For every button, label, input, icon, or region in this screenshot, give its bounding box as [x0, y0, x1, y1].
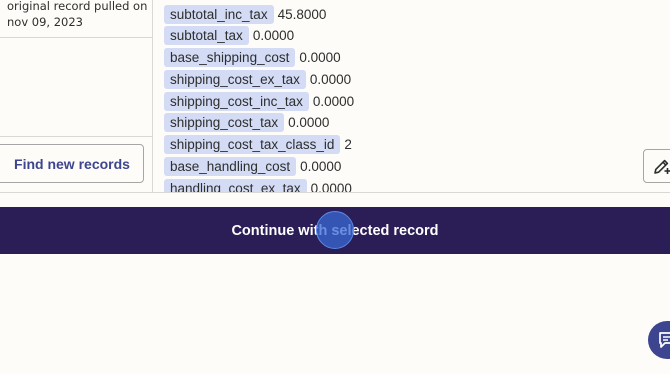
field-value: 2: [344, 137, 352, 152]
continue-with-selected-record-button[interactable]: Continue with selected record: [0, 207, 670, 254]
continue-button-label: Continue with selected record: [231, 222, 439, 239]
chat-feedback-icon: [659, 332, 670, 348]
record-note-line-2: nov 09, 2023: [7, 15, 83, 29]
field-key: base_handling_cost: [164, 157, 297, 176]
record-preview-panel: original record pulled on nov 09, 2023 F…: [0, 0, 670, 193]
record-fields-list[interactable]: subtotal_inc_tax 45.8000 subtotal_tax 0.…: [164, 0, 634, 192]
field-value: 0.0000: [312, 94, 355, 109]
edit-record-button[interactable]: [643, 149, 670, 183]
record-note-line-1: original record pulled on: [7, 0, 148, 13]
field-row: base_handling_cost 0.0000: [164, 157, 341, 176]
field-value: 0.0000: [288, 115, 330, 130]
field-row: base_shipping_cost 0.0000: [164, 48, 341, 67]
record-sidebar: original record pulled on nov 09, 2023 F…: [0, 0, 153, 192]
field-row: shipping_cost_ex_tax 0.0000: [164, 70, 351, 89]
field-row: shipping_cost_tax 0.0000: [164, 113, 329, 132]
field-value: 0.0000: [309, 72, 352, 87]
field-row: shipping_cost_inc_tax 0.0000: [164, 92, 354, 111]
field-row: handling_cost_ex_tax 0.0000: [164, 179, 352, 192]
field-key: subtotal_tax: [164, 26, 249, 45]
field-value: 0.0000: [310, 181, 352, 192]
field-value: 0.0000: [299, 50, 341, 65]
feedback-button[interactable]: [648, 321, 670, 359]
field-key: handling_cost_ex_tax: [164, 179, 307, 192]
field-row: shipping_cost_tax_class_id 2: [164, 135, 352, 154]
field-value: 0.0000: [300, 159, 342, 174]
field-key: base_shipping_cost: [164, 48, 296, 67]
field-value: 45.8000: [277, 7, 327, 22]
field-key: shipping_cost_ex_tax: [164, 70, 306, 89]
record-pulled-note: original record pulled on nov 09, 2023: [0, 0, 152, 38]
field-key: shipping_cost_tax_class_id: [164, 135, 341, 154]
find-new-records-button[interactable]: Find new records: [0, 144, 144, 183]
field-row: subtotal_tax 0.0000: [164, 26, 294, 45]
field-row: subtotal_inc_tax 45.8000: [164, 5, 326, 24]
field-value: 0.0000: [252, 28, 295, 43]
sidebar-divider: [0, 136, 152, 137]
app-frame: original record pulled on nov 09, 2023 F…: [0, 0, 670, 374]
field-key: shipping_cost_tax: [164, 113, 285, 132]
field-key: subtotal_inc_tax: [164, 5, 274, 24]
field-key: shipping_cost_inc_tax: [164, 92, 309, 111]
pencil-plus-icon: [654, 159, 670, 174]
